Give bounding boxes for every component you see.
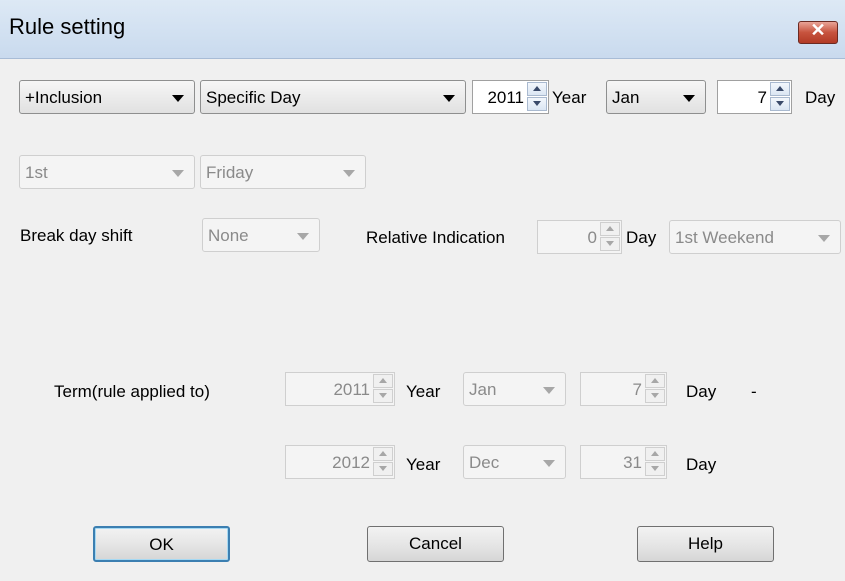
day-label: Day xyxy=(805,88,836,107)
year-spinner[interactable]: 2011 xyxy=(472,80,549,114)
cancel-button[interactable]: Cancel xyxy=(367,526,504,562)
term-start-year-label: Year xyxy=(406,382,441,401)
break-day-shift-label: Break day shift xyxy=(20,226,133,245)
close-icon: ✕ xyxy=(810,20,826,40)
month-value: Jan xyxy=(612,88,640,107)
day-value: 7 xyxy=(757,88,767,107)
spin-up-icon[interactable] xyxy=(600,222,620,236)
day-spinner[interactable]: 7 xyxy=(717,80,792,114)
year-value: 2011 xyxy=(487,88,524,107)
spin-up-icon[interactable] xyxy=(645,374,665,388)
spin-down-icon[interactable] xyxy=(527,97,547,111)
month-select[interactable]: Jan xyxy=(606,80,706,114)
inclusion-select[interactable]: +Inclusion xyxy=(19,80,195,114)
spin-down-icon[interactable] xyxy=(600,237,620,251)
window-title: Rule setting xyxy=(9,14,126,39)
term-end-year-spinner[interactable]: 2012 xyxy=(285,445,395,479)
term-end-day-label: Day xyxy=(686,455,717,474)
relative-day-spinner[interactable]: 0 xyxy=(537,220,622,254)
weekday-select[interactable]: Friday xyxy=(200,155,366,189)
spin-up-icon[interactable] xyxy=(770,82,790,96)
term-end-month-value: Dec xyxy=(469,453,500,472)
term-end-year-value: 2012 xyxy=(332,453,370,472)
chevron-down-icon xyxy=(297,233,309,240)
weekend-value: 1st Weekend xyxy=(675,228,774,247)
term-end-day-spinner[interactable]: 31 xyxy=(580,445,667,479)
term-label: Term(rule applied to) xyxy=(54,382,210,401)
term-start-year-value: 2011 xyxy=(333,380,370,399)
weekend-select[interactable]: 1st Weekend xyxy=(669,220,841,254)
term-start-month-value: Jan xyxy=(469,380,497,399)
relative-day-label: Day xyxy=(626,228,657,247)
chevron-down-icon xyxy=(543,387,555,394)
spin-down-icon[interactable] xyxy=(645,462,665,476)
spin-down-icon[interactable] xyxy=(645,389,665,403)
spin-up-icon[interactable] xyxy=(527,82,547,96)
title-bar: Rule setting ✕ xyxy=(0,0,845,59)
close-button[interactable]: ✕ xyxy=(798,20,838,44)
term-end-day-value: 31 xyxy=(623,453,642,472)
spin-up-icon[interactable] xyxy=(373,447,393,461)
chevron-down-icon xyxy=(818,235,830,242)
relative-day-value: 0 xyxy=(587,228,597,247)
chevron-down-icon xyxy=(343,170,355,177)
term-end-year-label: Year xyxy=(406,455,441,474)
help-button[interactable]: Help xyxy=(637,526,774,562)
term-start-day-spinner[interactable]: 7 xyxy=(580,372,667,406)
chevron-down-icon xyxy=(443,95,455,102)
spin-down-icon[interactable] xyxy=(770,97,790,111)
spin-up-icon[interactable] xyxy=(645,447,665,461)
rule-type-select[interactable]: Specific Day xyxy=(200,80,466,114)
term-start-year-spinner[interactable]: 2011 xyxy=(285,372,395,406)
chevron-down-icon xyxy=(683,95,695,102)
term-range-dash: - xyxy=(751,382,757,401)
term-end-month-select[interactable]: Dec xyxy=(463,445,566,479)
break-day-shift-value: None xyxy=(208,226,249,245)
term-start-day-label: Day xyxy=(686,382,717,401)
term-start-month-select[interactable]: Jan xyxy=(463,372,566,406)
chevron-down-icon xyxy=(172,95,184,102)
weekday-value: Friday xyxy=(206,163,254,182)
term-start-day-value: 7 xyxy=(632,380,642,399)
spin-down-icon[interactable] xyxy=(373,462,393,476)
rule-type-value: Specific Day xyxy=(206,88,301,107)
relative-indication-label: Relative Indication xyxy=(366,228,505,247)
spin-up-icon[interactable] xyxy=(373,374,393,388)
ordinal-value: 1st xyxy=(25,163,48,182)
chevron-down-icon xyxy=(172,170,184,177)
year-label: Year xyxy=(552,88,587,107)
inclusion-value: +Inclusion xyxy=(25,88,103,107)
ok-button[interactable]: OK xyxy=(93,526,230,562)
chevron-down-icon xyxy=(543,460,555,467)
ordinal-select[interactable]: 1st xyxy=(19,155,195,189)
spin-down-icon[interactable] xyxy=(373,389,393,403)
break-day-shift-select[interactable]: None xyxy=(202,218,320,252)
